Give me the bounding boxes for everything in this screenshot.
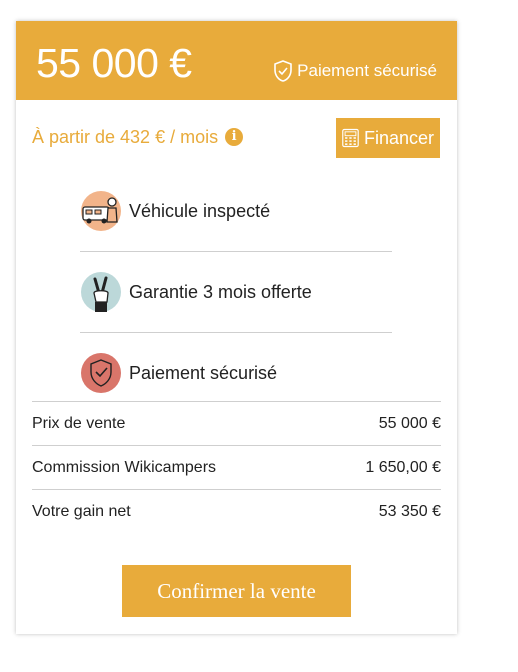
feature-label: Paiement sécurisé (129, 362, 278, 383)
shield-check-icon (81, 353, 121, 393)
shield-check-icon (274, 60, 292, 82)
feature-item-warranty: Garantie 3 mois offerte (80, 251, 392, 332)
inspection-van-icon (81, 191, 121, 231)
summary-value: 53 350 € (378, 502, 441, 520)
peace-hand-icon (81, 272, 121, 312)
feature-item-inspection: Véhicule inspecté (80, 171, 392, 251)
monthly-financing-text: À partir de 432 € / mois i (32, 125, 244, 149)
info-icon[interactable]: i (225, 128, 244, 146)
feature-label: Garantie 3 mois offerte (129, 281, 312, 302)
features-list: Véhicule inspecté Garantie 3 mois offert… (80, 171, 392, 413)
summary-row-sale-price: Prix de vente 55 000 € (32, 402, 441, 445)
feature-label: Véhicule inspecté (129, 200, 271, 221)
secure-payment-badge: Paiement sécurisé (273, 59, 437, 83)
summary-label: Votre gain net (32, 502, 131, 520)
summary-row-net-gain: Votre gain net 53 350 € (32, 489, 441, 533)
secure-payment-label: Paiement sécurisé (297, 61, 437, 80)
price-header: 55 000 € Paiement sécurisé (16, 21, 457, 100)
summary-value: 1 650,00 € (365, 458, 441, 476)
summary-value: 55 000 € (378, 414, 441, 432)
confirm-sale-button[interactable]: Confirmer la vente (122, 565, 351, 617)
summary-label: Commission Wikicampers (32, 458, 217, 476)
finance-button-label: Financer (363, 127, 434, 148)
monthly-price-label: À partir de 432 € / mois (32, 127, 219, 147)
summary-row-commission: Commission Wikicampers 1 650,00 € (32, 445, 441, 489)
summary-label: Prix de vente (32, 414, 126, 432)
price-summary-table: Prix de vente 55 000 € Commission Wikica… (32, 401, 441, 533)
price-total: 55 000 € (36, 40, 192, 86)
sale-summary-card: 55 000 € Paiement sécurisé À partir de 4… (16, 21, 457, 634)
finance-button[interactable]: Financer (336, 118, 440, 158)
calculator-icon (342, 128, 359, 148)
